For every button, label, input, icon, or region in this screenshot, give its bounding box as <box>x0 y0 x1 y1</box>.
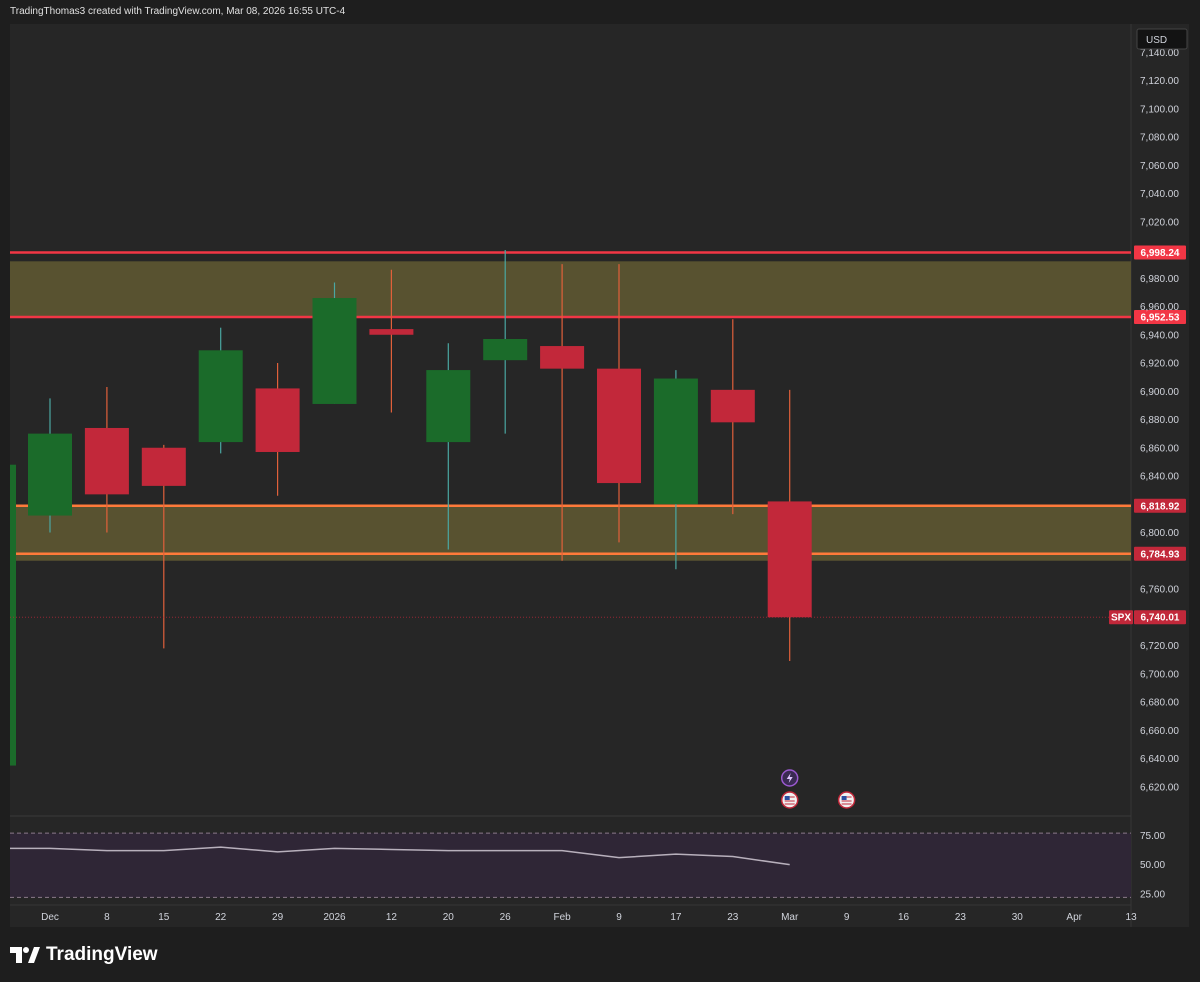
price-axis-tick-label: 6,860.00 <box>1140 443 1179 454</box>
price-level-label: 6,818.92 <box>1141 501 1180 512</box>
time-axis-tick-label: 30 <box>1012 912 1024 923</box>
time-axis-tick-label: 17 <box>670 912 682 923</box>
candle-body[interactable] <box>312 298 357 404</box>
candle-body[interactable] <box>540 346 585 369</box>
time-axis-tick-label: 23 <box>727 912 739 923</box>
symbol-tag-label: SPX <box>1111 613 1131 624</box>
time-axis-tick-label: 26 <box>500 912 512 923</box>
time-axis-tick-label: 20 <box>443 912 455 923</box>
time-axis-tick-label: Dec <box>41 912 59 923</box>
price-axis-tick-label: 6,720.00 <box>1140 641 1179 652</box>
candle-body[interactable] <box>426 370 471 443</box>
currency-button[interactable]: USD <box>1136 28 1188 50</box>
oscillator-axis-tick-label: 25.00 <box>1140 889 1165 900</box>
candle-body[interactable] <box>28 433 72 516</box>
price-axis-tick-label: 6,880.00 <box>1140 415 1179 426</box>
candle-body[interactable] <box>198 350 243 443</box>
price-axis-tick-label: 6,640.00 <box>1140 754 1179 765</box>
time-axis-tick-label: 23 <box>955 912 967 923</box>
time-axis-tick-label: Mar <box>781 912 799 923</box>
time-axis-tick-label: 9 <box>844 912 850 923</box>
us-flag-canton <box>841 796 847 800</box>
oscillator-axis-tick-label: 75.00 <box>1140 831 1165 842</box>
time-axis-tick-label: 2026 <box>323 912 346 923</box>
time-axis-tick-label: 13 <box>1126 912 1138 923</box>
time-axis-tick-label: 12 <box>386 912 398 923</box>
candle-body[interactable] <box>141 447 186 486</box>
candle-body[interactable] <box>597 368 641 484</box>
oscillator-axis-tick-label: 50.00 <box>1140 860 1165 871</box>
candle-body[interactable] <box>84 427 129 495</box>
price-axis-tick-label: 6,700.00 <box>1140 669 1179 680</box>
candle-body[interactable] <box>653 378 698 505</box>
oscillator-band-background <box>10 833 1131 898</box>
candle-body[interactable] <box>369 329 414 335</box>
candle-body <box>10 464 16 766</box>
tradingview-logo-icon <box>10 947 40 963</box>
time-axis-tick-label: 29 <box>272 912 284 923</box>
price-axis-tick-label: 6,620.00 <box>1140 782 1179 793</box>
currency-label: USD <box>1146 35 1167 46</box>
price-axis-tick-label: 6,960.00 <box>1140 302 1179 313</box>
price-axis-tick-label: 6,680.00 <box>1140 698 1179 709</box>
price-axis-tick-label: 6,980.00 <box>1140 274 1179 285</box>
supply-demand-zone-2 <box>10 505 1131 561</box>
candle-body[interactable] <box>710 389 755 423</box>
time-axis-tick-label: Feb <box>553 912 571 923</box>
price-axis-tick-label: 6,920.00 <box>1140 359 1179 370</box>
time-axis-tick-label: 8 <box>104 912 110 923</box>
price-axis-tick-label: 7,040.00 <box>1140 189 1179 200</box>
price-level-label: 6,952.53 <box>1141 313 1180 324</box>
time-axis-tick-label: 15 <box>158 912 170 923</box>
tradingview-brand: TradingView <box>10 944 158 966</box>
price-level-label: 6,784.93 <box>1141 549 1180 560</box>
candle-body[interactable] <box>255 388 300 452</box>
price-axis-tick-label: 7,100.00 <box>1140 104 1179 115</box>
time-axis-tick-label: 22 <box>215 912 227 923</box>
time-axis-tick-label: 9 <box>616 912 622 923</box>
price-axis-tick-label: 6,800.00 <box>1140 528 1179 539</box>
price-axis-tick-label: 6,840.00 <box>1140 472 1179 483</box>
price-axis-tick-label: 7,060.00 <box>1140 161 1179 172</box>
last-price-label: 6,740.01 <box>1141 613 1180 624</box>
price-axis-tick-label: 7,120.00 <box>1140 76 1179 87</box>
time-axis-tick-label: Apr <box>1066 912 1082 923</box>
time-axis-tick-label: 16 <box>898 912 910 923</box>
price-axis-tick-label: 6,660.00 <box>1140 726 1179 737</box>
price-axis-tick-label: 7,080.00 <box>1140 133 1179 144</box>
price-axis-tick-label: 6,940.00 <box>1140 330 1179 341</box>
price-axis-tick-label: 6,900.00 <box>1140 387 1179 398</box>
price-chart[interactable]: 6,998.24 6,952.53 6,818.92 6,784.93 SPX 6,74… <box>0 0 1200 940</box>
candle-body[interactable] <box>767 501 812 618</box>
supply-demand-zone-1 <box>10 261 1131 318</box>
us-flag-canton <box>784 796 790 800</box>
price-level-label: 6,998.24 <box>1141 248 1180 259</box>
candle-body[interactable] <box>483 338 528 361</box>
price-axis-tick-label: 7,020.00 <box>1140 217 1179 228</box>
price-axis-tick-label: 6,760.00 <box>1140 585 1179 596</box>
tradingview-logo-text: TradingView <box>46 944 158 965</box>
